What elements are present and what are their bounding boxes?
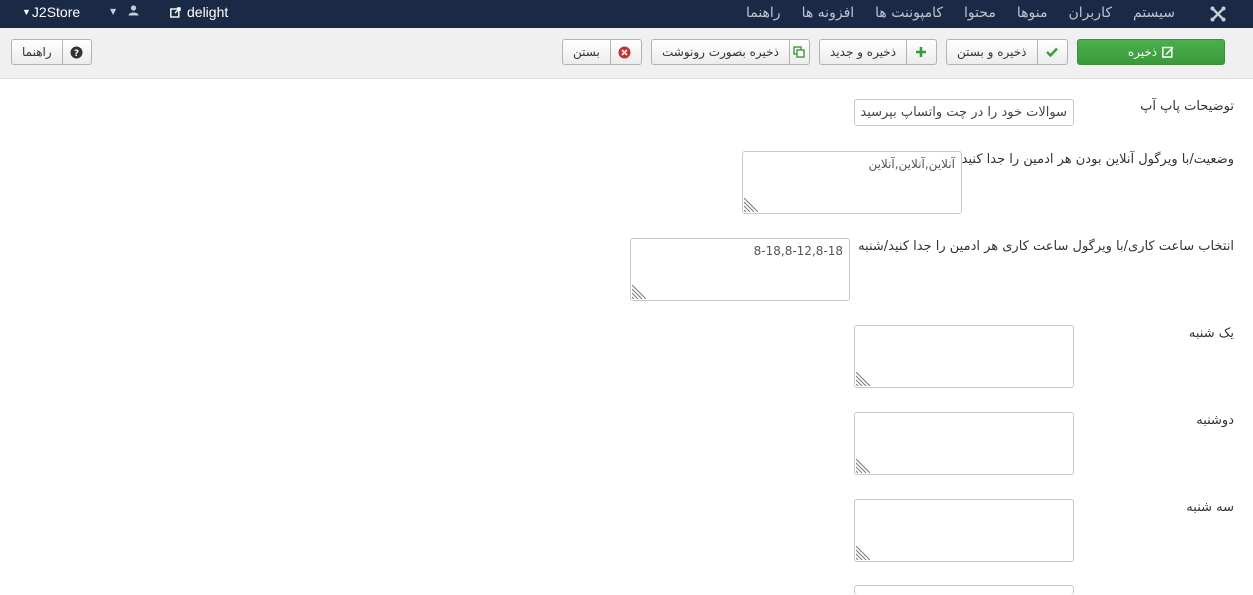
copy-icon xyxy=(788,40,809,64)
user-menu[interactable]: ▼ xyxy=(110,5,139,19)
caret-down-icon: ▼ xyxy=(110,7,117,16)
menu-item-help[interactable]: راهنما xyxy=(746,5,781,21)
check-icon xyxy=(1036,40,1066,64)
save-new-label: ذخیره و جدید xyxy=(830,45,897,59)
save-copy-label: ذخیره بصورت رونوشت xyxy=(662,45,779,59)
save-new-button[interactable]: ذخیره و جدید xyxy=(819,39,937,65)
next-textarea-partial[interactable] xyxy=(854,585,1074,595)
brand-menu[interactable]: ▼J2Store xyxy=(22,4,80,20)
view-site-link[interactable]: delight xyxy=(170,4,228,20)
menu-item-extensions[interactable]: افزونه ها xyxy=(802,5,855,21)
close-label: بستن xyxy=(573,45,600,59)
popup-desc-input[interactable]: سوالات خود را در چت واتساپ بپرسید xyxy=(854,99,1074,126)
user-icon xyxy=(128,5,139,16)
main-menu: سیستم کاربران منوها محتوا کامپوننت ها اف… xyxy=(746,5,1175,21)
caret-down-icon: ▼ xyxy=(22,7,31,17)
tuesday-textarea[interactable] xyxy=(854,499,1074,562)
svg-text:?: ? xyxy=(74,49,79,59)
menu-item-menus[interactable]: منوها xyxy=(1017,5,1048,21)
hours-textarea[interactable]: 8-18,8-12,8-18 xyxy=(630,238,850,301)
sunday-textarea[interactable] xyxy=(854,325,1074,388)
close-button[interactable]: بستن xyxy=(562,39,642,65)
status-textarea[interactable]: آنلاین,آنلاین,آنلاین xyxy=(742,151,962,214)
save-close-button[interactable]: ذخیره و بستن xyxy=(946,39,1068,65)
save-button[interactable]: ذخیره xyxy=(1077,39,1225,65)
cancel-icon xyxy=(609,40,639,64)
monday-textarea[interactable] xyxy=(854,412,1074,475)
tuesday-label: سه شنبه xyxy=(1186,500,1234,515)
top-navbar: ▼J2Store ▼ delight سیستم کاربران منوها م… xyxy=(0,0,1253,28)
menu-item-system[interactable]: سیستم xyxy=(1133,5,1175,21)
edit-icon xyxy=(1162,46,1174,58)
resize-grip-icon[interactable] xyxy=(856,372,870,386)
brand-label: J2Store xyxy=(31,4,81,20)
status-label: وضعیت/با ویرگول آنلاین بودن هر ادمین را … xyxy=(961,152,1234,167)
resize-grip-icon[interactable] xyxy=(856,546,870,560)
monday-label: دوشنبه xyxy=(1196,413,1234,428)
external-link-icon xyxy=(170,7,181,18)
menu-item-content[interactable]: محتوا xyxy=(964,5,996,21)
help-button[interactable]: راهنما ? xyxy=(11,39,92,65)
save-close-label: ذخیره و بستن xyxy=(957,45,1027,59)
resize-grip-icon[interactable] xyxy=(632,285,646,299)
joomla-logo-icon[interactable] xyxy=(1209,5,1227,27)
question-icon: ? xyxy=(61,40,91,64)
sunday-label: یک شنبه xyxy=(1188,326,1234,341)
plus-icon xyxy=(906,40,935,64)
save-copy-button[interactable]: ذخیره بصورت رونوشت xyxy=(651,39,810,65)
menu-item-users[interactable]: کاربران xyxy=(1069,5,1112,21)
site-name: delight xyxy=(187,4,229,20)
toolbar: ذخیره ذخیره و بستن ذخیره و جدید ذخیره بص… xyxy=(0,28,1253,79)
hours-value: 8-18,8-12,8-18 xyxy=(753,244,843,258)
status-value: آنلاین,آنلاین,آنلاین xyxy=(868,157,955,171)
hours-label: انتخاب ساعت کاری/با ویرگول ساعت کاری هر … xyxy=(858,239,1234,254)
popup-desc-label: توضیحات پاپ آپ xyxy=(1140,99,1234,114)
save-button-label: ذخیره xyxy=(1127,45,1158,59)
resize-grip-icon[interactable] xyxy=(744,198,758,212)
menu-item-components[interactable]: کامپوننت ها xyxy=(875,5,943,21)
resize-grip-icon[interactable] xyxy=(856,459,870,473)
help-label: راهنما xyxy=(22,45,52,59)
